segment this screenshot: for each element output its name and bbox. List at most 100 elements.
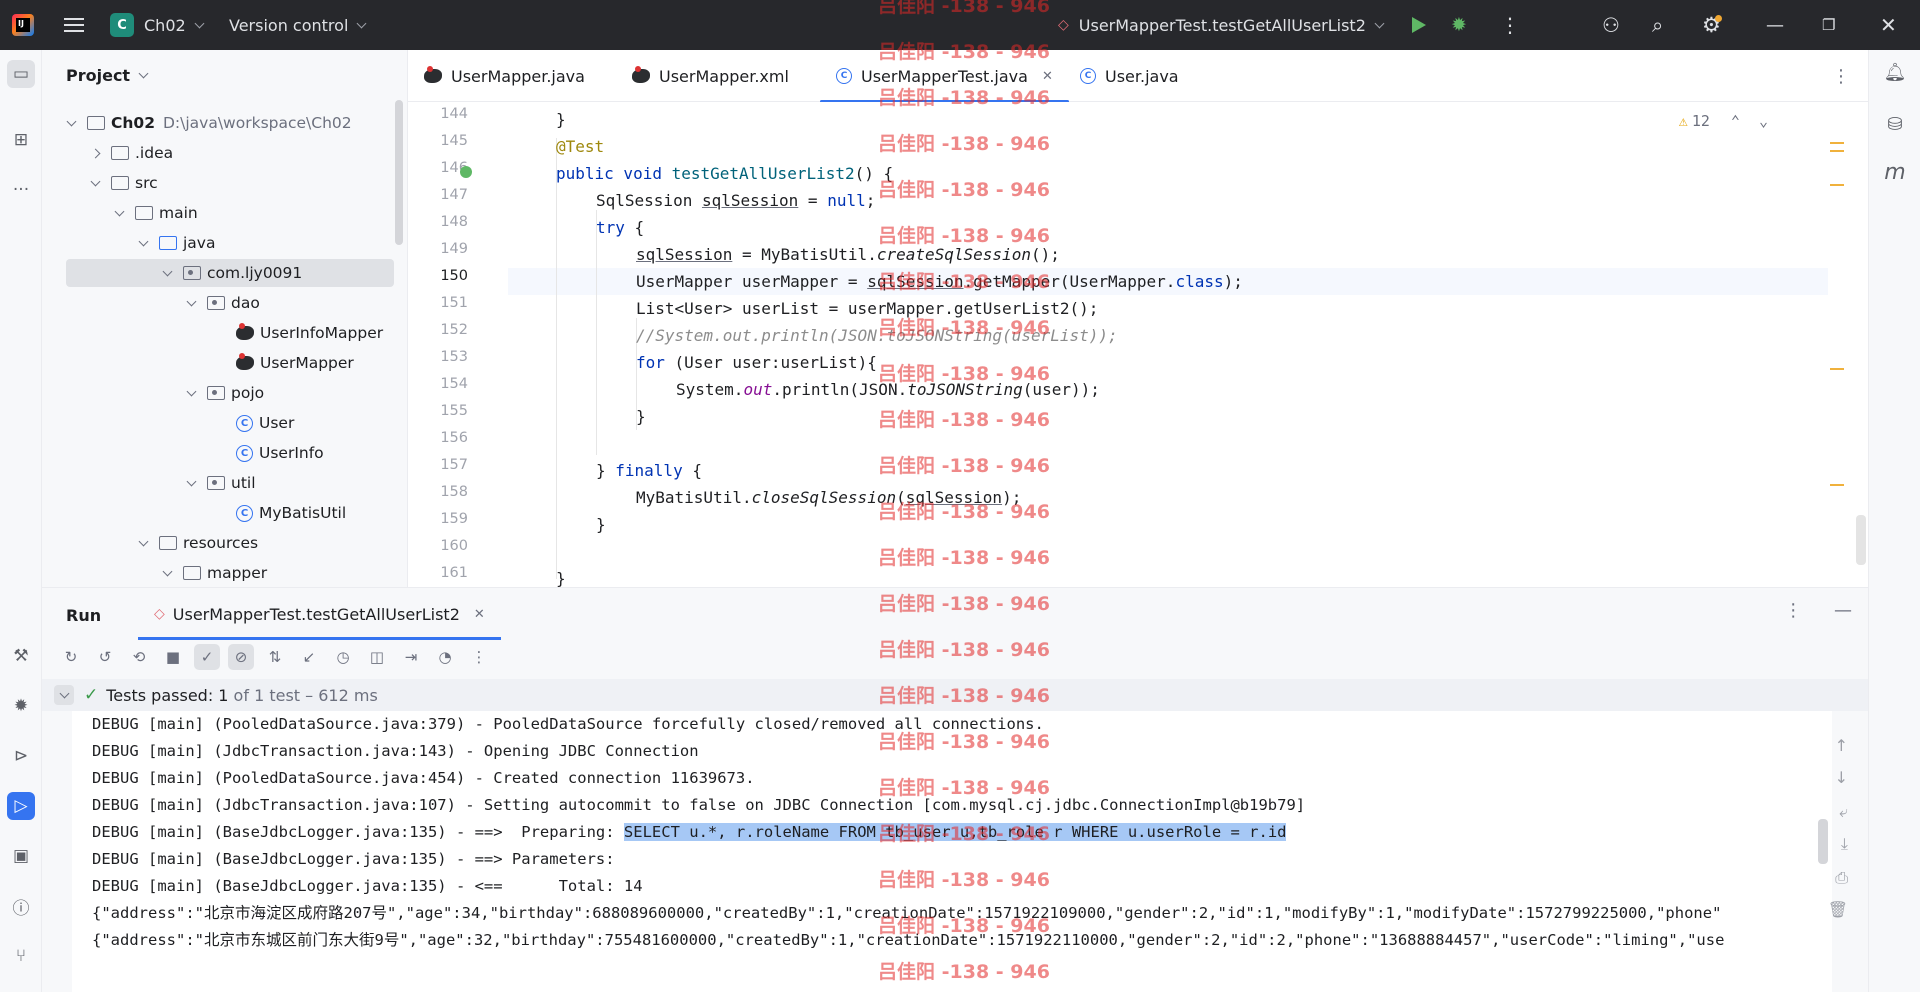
project-switcher[interactable]: C Ch02 [110, 0, 205, 50]
more-actions-button[interactable]: ⋮ [1500, 0, 1520, 50]
tree-item-main[interactable]: main [114, 199, 198, 227]
structure-tool-button[interactable]: ⊞ [7, 126, 35, 154]
editor-scrollbar[interactable] [1856, 515, 1866, 565]
run-tab[interactable]: ◇ UserMapperTest.testGetAllUserList2 ✕ [138, 588, 501, 640]
inspection-widget[interactable]: ⚠ 12 ⌃ ⌄ [1679, 112, 1768, 130]
show-passed-button[interactable]: ✓ [194, 644, 220, 670]
tab-usermappertest-java[interactable]: C UserMapperTest.java ✕ [820, 50, 1069, 103]
services-tool-button[interactable]: ⊳ [7, 742, 35, 770]
problems-tool-button[interactable]: ⓘ [7, 892, 35, 920]
close-icon[interactable]: ✕ [1042, 69, 1053, 84]
vcs-menu[interactable]: Version control [229, 0, 367, 50]
expand-arrow-icon [186, 476, 197, 486]
tree-item-package-com-ljy0091[interactable]: com.ljy0091 [66, 259, 394, 287]
maximize-button[interactable]: ❐ [1822, 0, 1835, 50]
code-line: } [596, 515, 606, 534]
test-status-bar[interactable]: ✓ Tests passed: 1 of 1 test – 612 ms [42, 679, 1868, 711]
run-panel: Run ◇ UserMapperTest.testGetAllUserList2… [42, 587, 1868, 992]
settings-button[interactable]: ⚙ [1702, 0, 1722, 50]
folder-icon [111, 146, 129, 160]
screenshot-button[interactable]: ◫ [364, 644, 390, 670]
collapse-tree-button[interactable] [54, 685, 74, 705]
scroll-up-icon[interactable]: ↑ [1835, 736, 1848, 755]
run-test-gutter-icon[interactable] [460, 166, 472, 178]
import-tests-button[interactable]: ↙ [296, 644, 322, 670]
more-vertical-icon[interactable]: ⋮ [1784, 600, 1802, 621]
chevron-down-icon[interactable]: ⌄ [1759, 112, 1768, 130]
main-menu-button[interactable] [64, 0, 84, 50]
sort-button[interactable]: ⇅ [262, 644, 288, 670]
tree-item-userinfo[interactable]: C UserInfo [236, 439, 324, 467]
rerun-failed-button[interactable]: ↺ [92, 644, 118, 670]
warning-marker[interactable] [1830, 368, 1844, 370]
run-button[interactable] [1412, 0, 1426, 50]
database-button[interactable]: ⛁ [1882, 114, 1908, 140]
warning-marker[interactable] [1830, 150, 1844, 152]
warning-marker[interactable] [1830, 484, 1844, 486]
tree-item-src[interactable]: src [90, 169, 158, 197]
tree-item-mapper[interactable]: mapper [162, 559, 267, 587]
notifications-button[interactable]: 🔔︎ [1882, 62, 1908, 88]
debug-button[interactable]: ✹ [1451, 0, 1467, 50]
tree-item-usermapper[interactable]: UserMapper [236, 349, 354, 377]
build-tool-button[interactable]: ⚒ [7, 642, 35, 670]
maven-button[interactable]: m [1882, 160, 1908, 186]
more-tools-button[interactable]: ··· [7, 176, 35, 204]
app-logo[interactable]: IJ [12, 0, 34, 50]
git-tool-button[interactable]: ⑂ [7, 942, 35, 970]
tree-item-user[interactable]: C User [236, 409, 294, 437]
tree-item-userinfomapper[interactable]: UserInfoMapper [236, 319, 383, 347]
tree-item-dao[interactable]: dao [186, 289, 260, 317]
minimize-button[interactable]: — [1766, 0, 1784, 50]
search-button[interactable]: ⌕ [1652, 0, 1663, 50]
soft-wrap-icon[interactable]: ⤶ [1839, 802, 1848, 822]
tree-item-resources[interactable]: resources [138, 529, 258, 557]
print-icon[interactable]: ⎙ [1835, 868, 1848, 888]
tree-item-pojo[interactable]: pojo [186, 379, 264, 407]
indent-guide [556, 138, 557, 579]
toolbar-more-button[interactable]: ⋮ [466, 644, 492, 670]
code-with-me-button[interactable]: ⚇ [1602, 0, 1620, 50]
debug-tool-button[interactable]: ✹ [7, 692, 35, 720]
selected-sql-text[interactable]: SELECT u.*, r.roleName FROM tb_user u,tb… [623, 823, 1287, 841]
coverage-button[interactable]: ◔ [432, 644, 458, 670]
error-stripe[interactable] [1828, 102, 1848, 587]
tab-usermapper-java[interactable]: UserMapper.java [424, 50, 585, 102]
close-icon[interactable]: ✕ [474, 607, 485, 622]
export-button[interactable]: ⇥ [398, 644, 424, 670]
tabs-more-button[interactable]: ⋮ [1832, 66, 1850, 87]
tab-user-java[interactable]: C User.java [1080, 50, 1179, 102]
stop-button[interactable]: ■ [160, 644, 186, 670]
console-scrollbar[interactable] [1818, 819, 1828, 864]
close-button[interactable]: ✕ [1880, 0, 1897, 50]
tree-item-label: src [135, 174, 158, 192]
tab-usermapper-xml[interactable]: UserMapper.xml [632, 50, 789, 102]
mybatis-icon [236, 353, 254, 370]
tree-item-idea[interactable]: .idea [90, 139, 173, 167]
toggle-auto-test-button[interactable]: ⟲ [126, 644, 152, 670]
project-scrollbar[interactable] [395, 100, 403, 245]
code-editor[interactable]: } @Test public void testGetAllUserList2(… [508, 102, 1848, 587]
tree-item-root[interactable]: Ch02 D:\java\workspace\Ch02 [66, 109, 352, 137]
warning-marker[interactable] [1830, 142, 1844, 144]
tree-item-util[interactable]: util [186, 469, 256, 497]
mybatis-icon [424, 66, 442, 83]
console-output[interactable]: DEBUG [main] (PooledDataSource.java:379)… [72, 711, 1832, 992]
history-button[interactable]: ◷ [330, 644, 356, 670]
trash-icon[interactable]: 🗑︎ [1828, 900, 1848, 919]
terminal-tool-button[interactable]: ▣ [7, 842, 35, 870]
scroll-down-icon[interactable]: ↓ [1835, 768, 1848, 787]
minimize-panel-icon[interactable]: — [1834, 600, 1852, 621]
run-config-selector[interactable]: ◇ UserMapperTest.testGetAllUserList2 [1058, 0, 1385, 50]
rerun-button[interactable]: ↻ [58, 644, 84, 670]
project-tool-button[interactable]: ▭ [7, 60, 35, 88]
scroll-to-end-icon[interactable]: ⤓ [1841, 834, 1848, 854]
mybatis-icon [236, 323, 254, 340]
chevron-up-icon[interactable]: ⌃ [1731, 112, 1740, 130]
warning-marker[interactable] [1830, 184, 1844, 186]
show-ignored-button[interactable]: ⊘ [228, 644, 254, 670]
run-tool-button[interactable]: ▷ [7, 792, 35, 820]
project-panel-header[interactable]: Project [66, 66, 149, 85]
tree-item-mybatisutil[interactable]: C MyBatisUtil [236, 499, 346, 527]
tree-item-java[interactable]: java [138, 229, 215, 257]
